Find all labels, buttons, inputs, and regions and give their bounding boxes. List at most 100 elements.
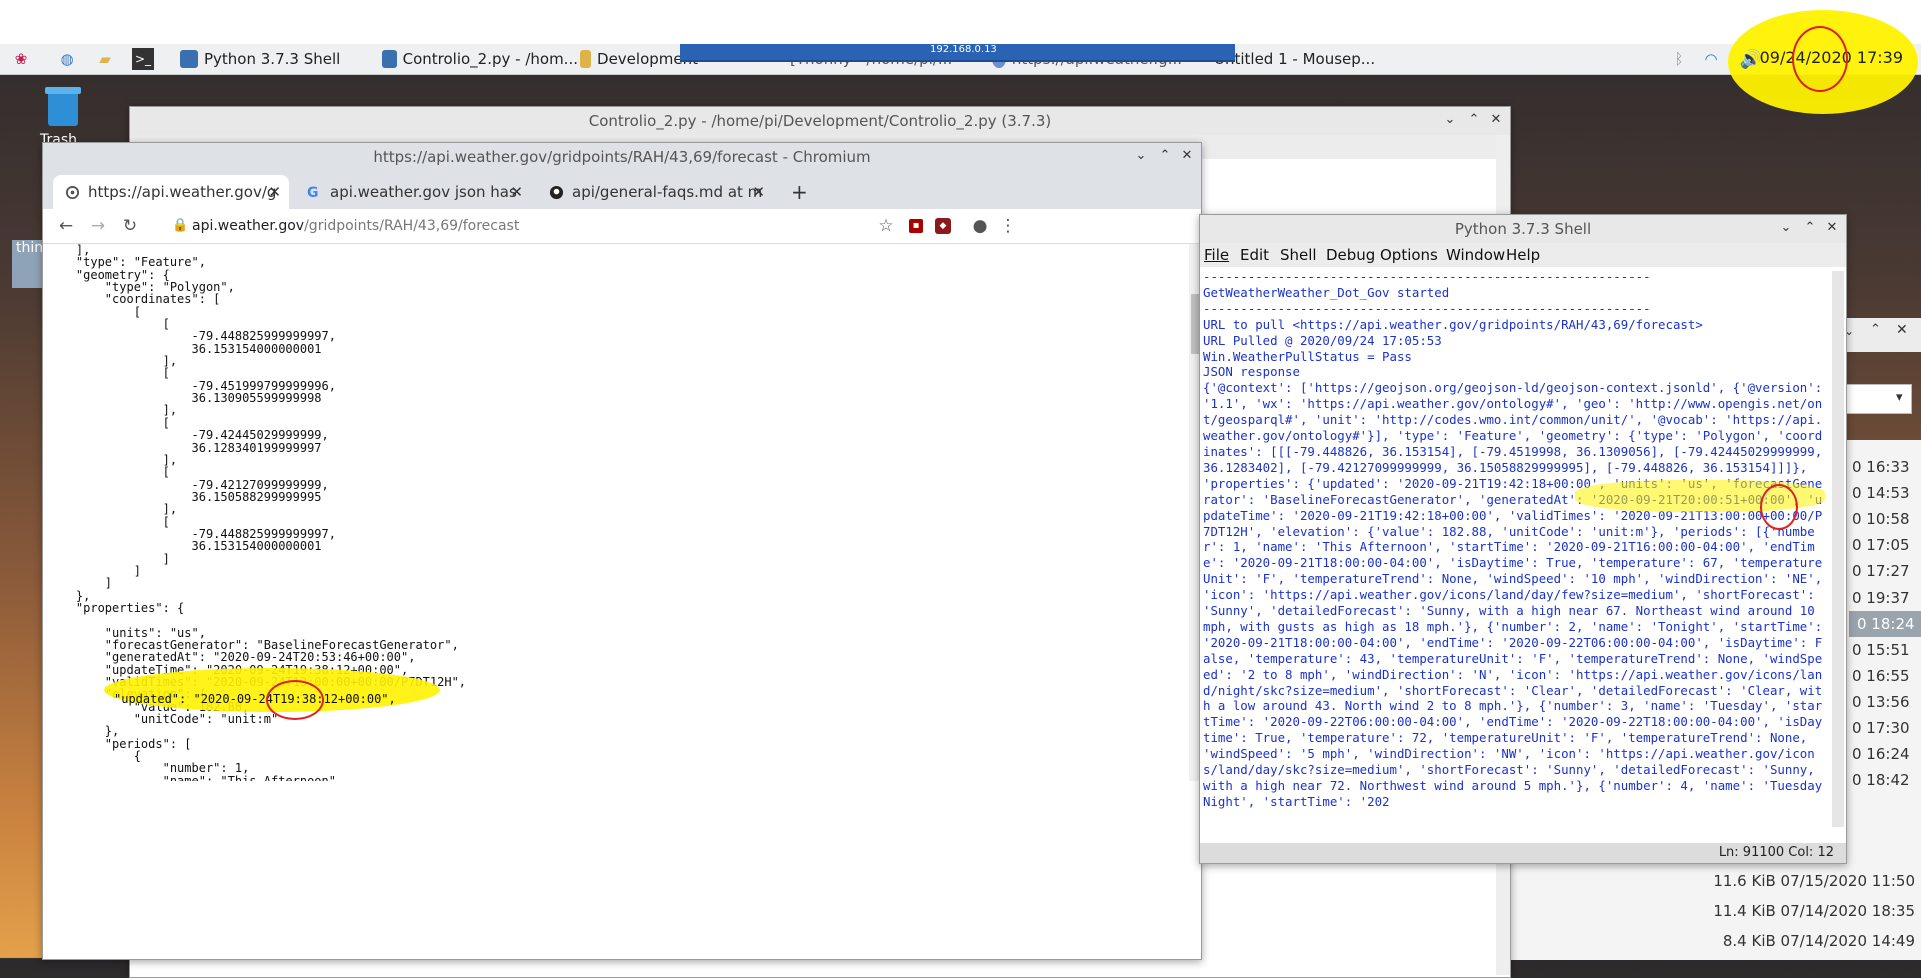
lock-icon: 🔒: [172, 218, 189, 233]
maximize-icon[interactable]: ⌃: [1466, 112, 1482, 128]
file-row-time[interactable]: 0 16:33: [1852, 454, 1918, 480]
file-row-time[interactable]: 0 10:58: [1852, 506, 1918, 532]
forward-arrow-icon[interactable]: →: [87, 215, 109, 237]
json-line: ],: [47, 403, 178, 418]
task-controlio[interactable]: Controlio_2.py - /hom...: [382, 47, 578, 71]
python-shell-window[interactable]: Python 3.7.3 Shell ⌄ ⌃ ✕ File Edit Shell…: [1199, 214, 1847, 864]
star-icon[interactable]: ☆: [875, 215, 897, 237]
json-line: },: [47, 724, 120, 739]
google-icon: G: [307, 184, 319, 201]
menu-shell[interactable]: Shell: [1280, 246, 1317, 264]
file-row[interactable]: 11.6 KiB 07/15/2020 11:50: [1700, 868, 1915, 894]
shell-title: Python 3.7.3 Shell: [1454, 220, 1592, 238]
json-line: [: [47, 465, 170, 480]
remote-desktop-bar[interactable]: 192.168.0.13: [680, 44, 1235, 62]
file-row-time[interactable]: 0 17:05: [1852, 532, 1918, 558]
close-icon[interactable]: ✕: [752, 183, 765, 201]
maximize-icon[interactable]: ⌃: [1870, 322, 1881, 337]
file-size: 11.4 KiB: [1713, 902, 1781, 920]
json-line: "unitCode": "unit:m": [47, 712, 279, 727]
chromium-window[interactable]: https://api.weather.gov/gridpoints/RAH/4…: [42, 142, 1202, 960]
file-row[interactable]: 11.4 KiB 07/14/2020 18:35: [1700, 898, 1915, 924]
json-line: 36.128340199999997: [47, 440, 322, 455]
menu-window[interactable]: Window: [1446, 246, 1505, 264]
scrollbar-thumb[interactable]: [1191, 294, 1199, 354]
shell-output[interactable]: ----------------------------------------…: [1200, 267, 1825, 829]
wifi-icon[interactable]: ◠: [1700, 48, 1722, 70]
circle-annotation: [266, 680, 324, 720]
chromium-titlebar[interactable]: https://api.weather.gov/gridpoints/RAH/4…: [43, 143, 1201, 171]
new-tab-button[interactable]: +: [779, 175, 813, 209]
json-line: [: [47, 304, 141, 319]
ublock-shield-icon[interactable]: ◆: [935, 218, 951, 234]
task-mousepad[interactable]: Untitled 1 - Mousep...: [1214, 47, 1394, 71]
json-line: "type": "Feature",: [47, 255, 206, 270]
bluetooth-icon[interactable]: ᛒ: [1668, 48, 1690, 70]
file-row-time[interactable]: 0 18:24: [1849, 610, 1921, 637]
file-size: 11.6 KiB: [1713, 872, 1781, 890]
menu-options[interactable]: Options: [1380, 246, 1438, 264]
file-date: 07/14/2020 18:35: [1780, 902, 1915, 920]
json-line: "coordinates": [: [47, 292, 221, 307]
idle-titlebar[interactable]: Controlio_2.py - /home/pi/Development/Co…: [130, 107, 1510, 136]
close-icon[interactable]: ✕: [1488, 112, 1504, 128]
address-bar[interactable]: 🔒 api.weather.gov/gridpoints/RAH/43,69/fo…: [168, 213, 927, 239]
terminal-icon[interactable]: >_: [132, 48, 154, 70]
file-date: 07/14/2020 14:49: [1780, 932, 1915, 950]
globe-icon: [65, 185, 80, 199]
file-row-time[interactable]: 0 17:30: [1852, 715, 1918, 741]
tab-google-search[interactable]: G api.weather.gov json has ✕: [295, 175, 531, 209]
json-line: 36.153154000000001: [47, 341, 322, 356]
chromium-title: https://api.weather.gov/gridpoints/RAH/4…: [373, 148, 871, 166]
circle-annotation: [1792, 26, 1848, 92]
back-arrow-icon[interactable]: ←: [55, 215, 77, 237]
kebab-menu-icon[interactable]: ⋮: [997, 215, 1019, 237]
task-python-shell[interactable]: Python 3.7.3 Shell: [180, 47, 360, 71]
shell-titlebar[interactable]: Python 3.7.3 Shell ⌄ ⌃ ✕: [1200, 215, 1846, 244]
menu-help[interactable]: Help: [1506, 246, 1540, 264]
shell-scrollbar[interactable]: [1832, 271, 1844, 827]
json-line: 36.153154000000001: [47, 539, 322, 554]
close-icon[interactable]: ✕: [1896, 322, 1908, 338]
file-row-time[interactable]: 0 13:56: [1852, 689, 1918, 715]
minimize-icon[interactable]: ⌄: [1442, 112, 1458, 128]
tab-weather-forecast[interactable]: https://api.weather.gov/g ✕: [53, 175, 289, 209]
folder-icon: [580, 50, 592, 68]
file-row-time[interactable]: 0 17:27: [1852, 558, 1918, 584]
desktop-file-tile[interactable]: thin: [12, 240, 46, 288]
folder-icon[interactable]: ▰: [94, 48, 116, 70]
file-row-time[interactable]: 0 15:51: [1852, 637, 1918, 663]
close-icon[interactable]: ✕: [1824, 220, 1840, 236]
chevron-down-icon[interactable]: ▾: [1896, 390, 1903, 405]
close-icon[interactable]: ✕: [510, 183, 523, 201]
tab-label: https://api.weather.gov/g: [88, 183, 277, 201]
file-row-time[interactable]: 0 16:24: [1852, 741, 1918, 767]
minimize-icon[interactable]: ⌄: [1133, 148, 1149, 164]
file-row-time[interactable]: 0 19:37: [1852, 585, 1918, 611]
close-icon[interactable]: ✕: [1179, 148, 1195, 164]
maximize-icon[interactable]: ⌃: [1802, 220, 1818, 236]
tab-label: api.weather.gov json has: [330, 183, 517, 201]
extension-icon[interactable]: ▪: [909, 219, 923, 233]
file-row[interactable]: 8.4 KiB 07/14/2020 14:49: [1700, 928, 1915, 954]
account-avatar-icon[interactable]: ●: [969, 215, 991, 237]
json-line: ]: [47, 563, 141, 578]
python-icon: [180, 50, 198, 68]
file-row-time[interactable]: 0 16:55: [1852, 663, 1918, 689]
menu-debug[interactable]: Debug: [1326, 246, 1375, 264]
menu-file[interactable]: File: [1204, 246, 1229, 264]
chromium-toolbar: ← → ↻ 🔒 api.weather.gov/gridpoints/RAH/43…: [43, 209, 1201, 244]
menu-edit[interactable]: Edit: [1240, 246, 1269, 264]
raspberry-menu-icon[interactable]: ❀: [10, 48, 32, 70]
maximize-icon[interactable]: ⌃: [1157, 148, 1173, 164]
file-row-time[interactable]: 0 18:42: [1852, 767, 1918, 793]
screen-top-strip: [0, 0, 1921, 44]
minimize-icon[interactable]: ⌄: [1778, 220, 1794, 236]
close-icon[interactable]: ✕: [268, 183, 281, 201]
trash-icon[interactable]: [40, 82, 86, 128]
tab-github-faqs[interactable]: api/general-faqs.md at m ✕: [537, 175, 773, 209]
globe-icon[interactable]: ◍: [56, 48, 78, 70]
json-line: ]: [47, 576, 113, 591]
reload-icon[interactable]: ↻: [119, 215, 141, 237]
file-row-time[interactable]: 0 14:53: [1852, 480, 1918, 506]
